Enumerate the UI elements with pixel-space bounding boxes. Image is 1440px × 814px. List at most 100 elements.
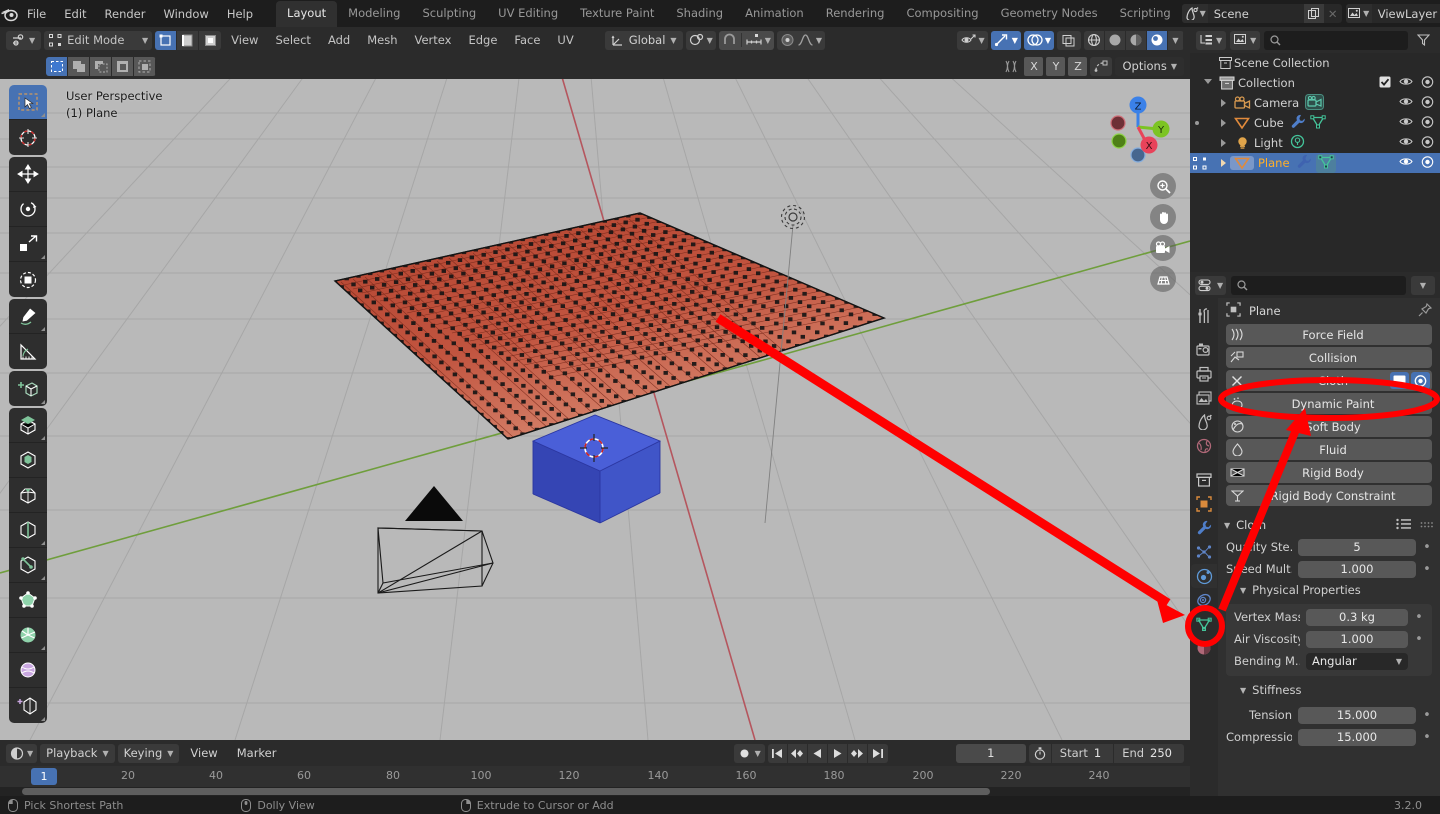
add-cube-tool-button[interactable] (9, 371, 47, 406)
soft-body-button[interactable]: Soft Body (1226, 416, 1432, 437)
material-preview-button[interactable] (1126, 30, 1147, 50)
cloth-panel-header[interactable]: ▼ Cloth (1218, 514, 1440, 536)
mirror-icon[interactable] (1090, 56, 1113, 76)
properties-tab-world[interactable] (1191, 434, 1217, 458)
editor-type-button[interactable]: ▼ (6, 30, 42, 50)
outliner-display-mode-dropdown[interactable]: ▼ (1230, 30, 1261, 50)
light-data-icon[interactable] (1289, 134, 1306, 152)
menu-help[interactable]: Help (218, 4, 262, 24)
eye-icon[interactable] (1399, 76, 1413, 90)
rigid-body-button[interactable]: Rigid Body (1226, 462, 1432, 483)
camera-render-icon[interactable] (1421, 95, 1434, 111)
remove-scene-button[interactable]: ✕ (1324, 4, 1342, 23)
camera-render-icon[interactable] (1421, 155, 1434, 171)
camera-view-icon[interactable] (1150, 235, 1176, 261)
tension-field[interactable]: 15.000 (1298, 706, 1416, 724)
pivot-point-dropdown[interactable]: ▼ (685, 30, 716, 50)
properties-tab-scene[interactable] (1191, 410, 1217, 434)
rotate-tool-button[interactable] (9, 192, 47, 227)
pin-icon[interactable] (1418, 302, 1433, 320)
current-frame-field[interactable]: 1 (955, 743, 1026, 763)
outliner-row-plane[interactable]: Plane (1190, 153, 1440, 173)
grip-dots-icon[interactable] (1420, 518, 1434, 532)
mesh-data-icon[interactable] (1310, 114, 1326, 132)
shading-options-dropdown[interactable]: ▼ (1168, 30, 1184, 50)
timeline-ruler[interactable]: 1 20 40 60 80 100 120 140 160 180 200 22… (0, 766, 1190, 787)
timeline-editor-type-button[interactable]: ▼ (6, 743, 38, 763)
wireframe-shading-button[interactable] (1084, 30, 1105, 50)
gizmo-toggle-group[interactable]: ▼ (990, 30, 1021, 50)
properties-tab-particles[interactable] (1191, 540, 1217, 564)
outliner-row-camera[interactable]: Camera (1190, 93, 1440, 113)
modifier-wrench-icon[interactable] (1296, 154, 1312, 172)
filter-icon[interactable] (1412, 31, 1434, 50)
workspace-tab-texture-paint[interactable]: Texture Paint (569, 1, 665, 27)
mirror-axis-z-button[interactable]: Z (1068, 56, 1088, 76)
properties-search-input[interactable] (1231, 275, 1406, 295)
set-select-button[interactable] (46, 56, 68, 76)
workspace-tab-sculpting[interactable]: Sculpting (411, 1, 487, 27)
viewport-menu-select[interactable]: Select (268, 33, 317, 47)
transform-orientation-dropdown[interactable]: Global ▼ (604, 30, 683, 50)
toggle-orthographic-icon[interactable] (1150, 266, 1176, 292)
shrink-fatten-tool-button[interactable] (9, 688, 47, 723)
workspace-tab-shading[interactable]: Shading (665, 1, 734, 27)
spin-tool-button[interactable] (9, 618, 47, 653)
invert-select-button[interactable] (112, 56, 134, 76)
properties-tab-render[interactable] (1191, 338, 1217, 362)
zoom-icon[interactable] (1150, 173, 1176, 199)
camera-render-icon[interactable] (1421, 115, 1434, 131)
viewport-options-dropdown[interactable]: Options ▼ (1115, 56, 1184, 76)
chevron-down-icon[interactable] (1204, 78, 1212, 88)
outliner-search-input[interactable] (1264, 30, 1408, 50)
properties-tab-object[interactable] (1191, 492, 1217, 516)
snapping-group[interactable]: ▼ (718, 30, 774, 50)
collection-checkbox[interactable] (1379, 76, 1391, 91)
jump-to-start-icon[interactable] (767, 743, 788, 763)
pan-hand-icon[interactable] (1150, 204, 1176, 230)
collision-button[interactable]: Collision (1226, 347, 1432, 368)
animate-property-dot[interactable]: • (1422, 562, 1432, 577)
properties-options-button[interactable]: ▼ (1411, 275, 1435, 295)
mesh-edit-options-icon[interactable] (1001, 60, 1021, 73)
cloth-physics-button[interactable]: Cloth (1226, 370, 1432, 391)
outliner-row-scene-collection[interactable]: Scene Collection (1190, 53, 1440, 73)
extrude-region-tool-button[interactable] (9, 408, 47, 443)
properties-tab-view-layer[interactable] (1191, 386, 1217, 410)
viewport-menu-uv[interactable]: UV (550, 33, 580, 47)
3d-viewport[interactable]: X Y Z Options ▼ User Perspective (1) Pla… (0, 53, 1190, 740)
tweak-select-box-tool-button[interactable] (9, 85, 47, 120)
animate-property-dot[interactable]: • (1414, 610, 1424, 625)
mirror-axis-x-button[interactable]: X (1024, 56, 1044, 76)
timeline-scrollbar[interactable] (22, 788, 990, 795)
properties-tab-tool[interactable] (1191, 304, 1217, 328)
outliner-row-cube[interactable]: Cube (1190, 113, 1440, 133)
menu-file[interactable]: File (18, 4, 55, 24)
extend-select-button[interactable] (68, 56, 90, 76)
eye-icon[interactable] (1399, 136, 1413, 150)
play-reverse-icon[interactable] (807, 743, 828, 763)
outliner-row-collection[interactable]: Collection (1190, 73, 1440, 93)
outliner-editor-type-button[interactable]: ▼ (1196, 30, 1227, 50)
toggle-xray-button[interactable] (1057, 30, 1081, 50)
chevron-down-icon[interactable]: ▼ (1240, 686, 1246, 695)
cursor-tool-button[interactable] (9, 120, 47, 155)
render-visibility-icon[interactable] (1411, 372, 1430, 389)
quality-steps-field[interactable]: 5 (1298, 538, 1416, 556)
new-scene-button[interactable] (1303, 4, 1324, 23)
viewlayer-selector[interactable]: ▼ ViewLayer ✕ (1345, 4, 1440, 23)
modifier-wrench-icon[interactable] (1290, 114, 1306, 132)
blender-logo-icon[interactable] (0, 0, 18, 27)
viewport-menu-face[interactable]: Face (507, 33, 547, 47)
properties-tab-physics[interactable] (1191, 564, 1217, 588)
jump-to-end-icon[interactable] (867, 743, 888, 763)
navigation-gizmo[interactable]: Z Y X (1096, 85, 1180, 169)
chevron-down-icon[interactable]: ▼ (1240, 586, 1246, 595)
animate-property-dot[interactable]: • (1422, 540, 1432, 555)
intersect-select-button[interactable] (134, 56, 156, 76)
timeline-menu-keying[interactable]: Keying ▼ (117, 743, 180, 763)
workspace-tab-modeling[interactable]: Modeling (337, 1, 411, 27)
viewport-menu-view[interactable]: View (224, 33, 265, 47)
camera-data-icon[interactable] (1305, 93, 1325, 113)
smooth-tool-button[interactable] (9, 653, 47, 688)
